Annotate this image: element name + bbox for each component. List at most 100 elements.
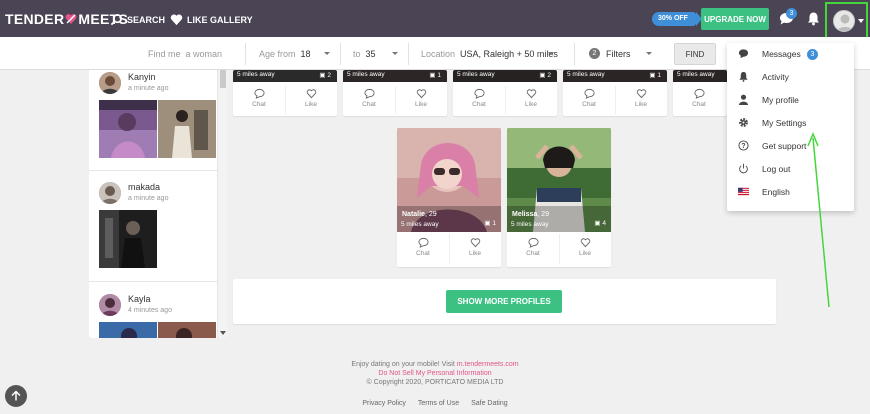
scrollbar-thumb[interactable]: [220, 70, 226, 88]
terms-of-use-link[interactable]: Terms of Use: [418, 400, 459, 407]
photo-count: ▣ 4: [594, 220, 606, 227]
menu-item-my-settings[interactable]: My Settings: [727, 114, 854, 132]
nav-like-gallery[interactable]: LIKE GALLERY: [170, 13, 253, 26]
discount-badge[interactable]: 30% OFF: [652, 12, 702, 26]
like-button[interactable]: Like: [505, 88, 557, 108]
avatar[interactable]: [99, 182, 121, 204]
feed-photo[interactable]: [99, 210, 157, 268]
arrow-up-icon: [11, 390, 21, 401]
upgrade-now-button[interactable]: UPGRADE NOW: [701, 8, 769, 30]
profile-card[interactable]: 5 miles away Chat: [673, 70, 727, 116]
chat-label: Chat: [362, 101, 376, 108]
profile-photo[interactable]: Melissa, 29 5 miles away ▣ 4: [507, 128, 611, 232]
chat-bubble-icon: [583, 88, 595, 99]
profile-card[interactable]: Melissa, 29 5 miles away ▣ 4 Chat Like: [507, 128, 611, 267]
feed-user-name[interactable]: Kanyin: [128, 72, 156, 82]
do-not-sell-link[interactable]: Do Not Sell My Personal Information: [378, 370, 491, 377]
footer-links: Privacy Policy Terms of Use Safe Dating: [0, 400, 870, 407]
footer-copyright: © Copyright 2020, PORTICATO MEDIA LTD: [366, 379, 504, 386]
scroll-down-icon[interactable]: [220, 331, 226, 335]
profile-photo[interactable]: 5 miles away ▣ 1: [563, 70, 667, 82]
photo-count-value: 4: [602, 220, 606, 227]
user-menu-toggle[interactable]: [825, 2, 868, 42]
menu-item-label: English: [762, 187, 790, 197]
chat-button[interactable]: Chat: [397, 237, 449, 257]
feed-user-name[interactable]: Kayla: [128, 294, 151, 304]
find-button[interactable]: FIND: [674, 43, 716, 65]
menu-item-label: Get support: [762, 141, 807, 151]
footer-mobile-promo: Enjoy dating on your mobile! Visit m.ten…: [0, 361, 870, 368]
avatar[interactable]: [99, 72, 121, 94]
profile-name[interactable]: Melissa, 29: [512, 211, 549, 218]
menu-item-get-support[interactable]: ? Get support: [727, 137, 854, 155]
chat-button[interactable]: Chat: [233, 88, 285, 108]
feed-user-name[interactable]: makada: [128, 182, 160, 192]
chat-button[interactable]: Chat: [563, 88, 615, 108]
filter-age-to[interactable]: to 35: [353, 49, 376, 59]
like-button[interactable]: Like: [449, 237, 501, 257]
chat-button[interactable]: Chat: [673, 88, 725, 108]
show-more-panel: SHOW MORE PROFILES: [233, 279, 776, 324]
filter-location-label: Location: [421, 49, 456, 59]
feed-timestamp: a minute ago: [128, 85, 169, 92]
profile-card[interactable]: 5 miles away ▣ 1 Chat Like: [343, 70, 447, 116]
profile-distance: 5 miles away: [567, 71, 605, 78]
privacy-policy-link[interactable]: Privacy Policy: [362, 400, 406, 407]
filter-find-me-value: a woman: [185, 49, 223, 59]
notifications-bell-icon[interactable]: [806, 11, 821, 26]
chat-button[interactable]: Chat: [453, 88, 505, 108]
profile-photo[interactable]: 5 miles away: [673, 70, 727, 82]
profile-distance: 5 miles away: [457, 71, 495, 78]
profile-card[interactable]: 5 miles away ▣ 2 Chat Like: [233, 70, 337, 116]
chat-button[interactable]: Chat: [507, 237, 559, 257]
filter-more-filters[interactable]: Filters: [606, 49, 631, 59]
feed-photo[interactable]: [158, 100, 216, 158]
scroll-to-top-button[interactable]: [5, 385, 27, 407]
feed-photo[interactable]: [99, 322, 157, 338]
heart-outline-icon: [416, 89, 426, 99]
menu-item-log-out[interactable]: Log out: [727, 160, 854, 178]
feed-scrollbar[interactable]: [217, 70, 227, 338]
chat-bubble-icon: [738, 49, 749, 59]
menu-item-label: Log out: [762, 164, 791, 174]
chat-button[interactable]: Chat: [343, 88, 395, 108]
chat-label: Chat: [692, 101, 706, 108]
like-button[interactable]: Like: [285, 88, 337, 108]
feed-timestamp: 4 minutes ago: [128, 307, 172, 314]
photo-count-value: 2: [547, 72, 551, 79]
profile-card[interactable]: 5 miles away ▣ 2 Chat Like: [453, 70, 557, 116]
filter-find-me[interactable]: Find me a woman: [148, 49, 222, 59]
profile-distance: 5 miles away: [677, 71, 715, 78]
profile-photo[interactable]: 5 miles away ▣ 1: [343, 70, 447, 82]
like-button[interactable]: Like: [615, 88, 667, 108]
footer-mobile-link[interactable]: m.tendermeets.com: [457, 361, 519, 368]
like-label: Like: [469, 250, 481, 257]
profile-name-text: Melissa: [512, 211, 538, 218]
profile-photo[interactable]: 5 miles away ▣ 2: [453, 70, 557, 82]
menu-item-activity[interactable]: Activity: [727, 68, 854, 86]
profile-name-text: Natalie: [402, 211, 425, 218]
menu-item-messages[interactable]: Messages 3: [727, 45, 854, 63]
feed-divider: [89, 170, 217, 171]
filter-age-to-value: 35: [365, 49, 376, 59]
menu-item-my-profile[interactable]: My profile: [727, 91, 854, 109]
like-label: Like: [579, 250, 591, 257]
filter-age-from[interactable]: Age from 18: [259, 49, 311, 59]
profile-photo[interactable]: 5 miles away ▣ 2: [233, 70, 337, 82]
like-button[interactable]: Like: [559, 237, 611, 257]
chat-bubble-icon: [473, 88, 485, 99]
avatar[interactable]: [99, 294, 121, 316]
feed-photo[interactable]: [99, 100, 157, 158]
show-more-profiles-button[interactable]: SHOW MORE PROFILES: [446, 290, 562, 313]
like-button[interactable]: Like: [395, 88, 447, 108]
menu-item-language[interactable]: English: [727, 183, 854, 201]
filter-location[interactable]: Location USA, Raleigh + 50 miles: [421, 49, 558, 59]
feed-photo[interactable]: [158, 322, 216, 338]
profile-card[interactable]: Natalie, 29 5 miles away ▣ 1 Chat Like: [397, 128, 501, 267]
photo-count: ▣ 2: [539, 72, 551, 79]
safe-dating-link[interactable]: Safe Dating: [471, 400, 508, 407]
nav-search[interactable]: SEARCH: [110, 13, 165, 26]
profile-photo[interactable]: Natalie, 29 5 miles away ▣ 1: [397, 128, 501, 232]
profile-card[interactable]: 5 miles away ▣ 1 Chat Like: [563, 70, 667, 116]
profile-name[interactable]: Natalie, 29: [402, 211, 437, 218]
